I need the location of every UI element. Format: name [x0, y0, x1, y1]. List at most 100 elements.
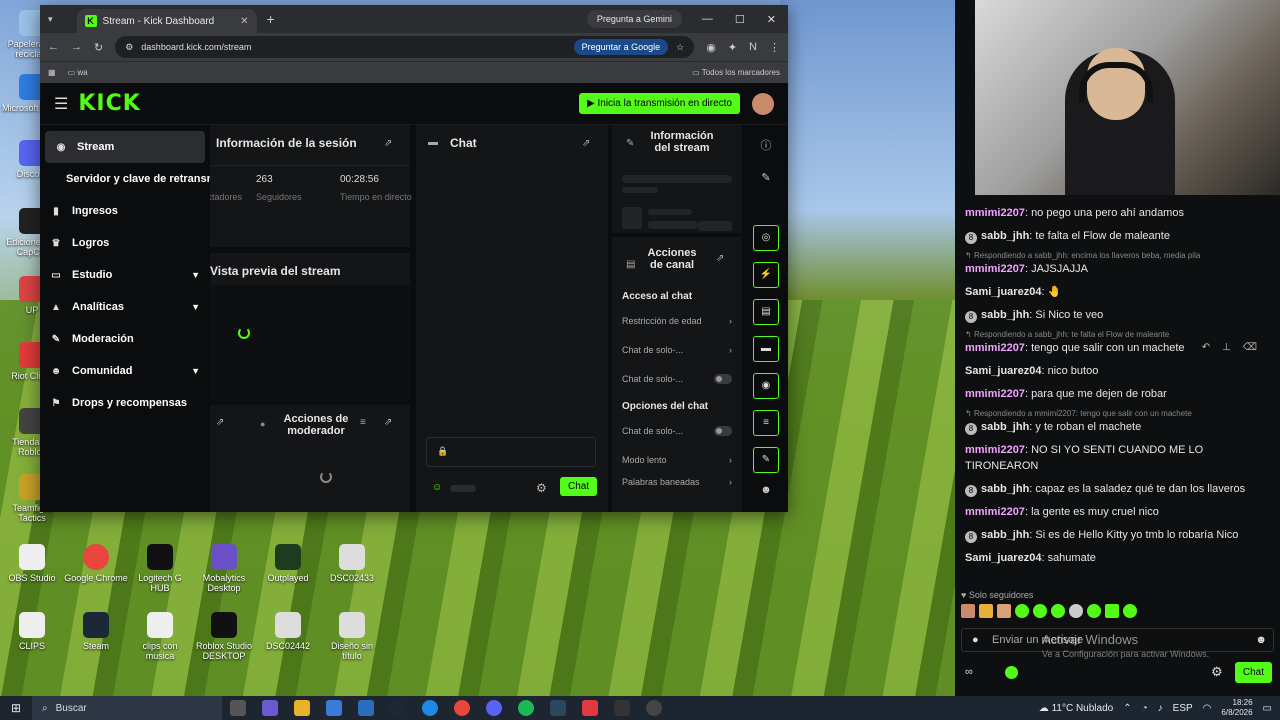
- emoji-icon[interactable]: ☻: [1255, 634, 1267, 646]
- nav-item-server-key[interactable]: Servidor y clave de retransmisión: [40, 163, 210, 195]
- file-explorer-icon[interactable]: [294, 700, 310, 716]
- spotify-icon[interactable]: [518, 700, 534, 716]
- gemini-button[interactable]: Pregunta a Gemini: [586, 10, 682, 28]
- edge-icon[interactable]: [422, 700, 438, 716]
- desktop-icon[interactable]: Outplayed: [256, 544, 320, 583]
- close-tab-icon[interactable]: ✕: [240, 16, 248, 27]
- slow-mode-row[interactable]: Modo lento ›: [622, 445, 732, 474]
- desktop-icon[interactable]: Roblox Studio DESKTOP: [192, 612, 256, 661]
- back-icon[interactable]: ←: [48, 41, 59, 53]
- new-tab-button[interactable]: +: [267, 11, 275, 27]
- popout-icon[interactable]: ⇗: [216, 417, 224, 428]
- discord-icon[interactable]: [486, 700, 502, 716]
- profile-avatar[interactable]: N: [749, 41, 757, 53]
- desktop-icon[interactable]: clips con musica: [128, 612, 192, 661]
- nav-item-analytics[interactable]: ▲ Analíticas ▼: [40, 291, 210, 323]
- quick-action-button[interactable]: ≡: [753, 410, 779, 436]
- extension-icon[interactable]: ◉: [706, 41, 716, 54]
- copilot-icon[interactable]: [262, 700, 278, 716]
- popout-icon[interactable]: ⇗: [716, 253, 724, 264]
- extensions-puzzle-icon[interactable]: ✦: [728, 41, 737, 54]
- reload-icon[interactable]: ↻: [94, 41, 103, 54]
- desktop-icon[interactable]: DSC02433: [320, 544, 384, 583]
- desktop-icon[interactable]: CLIPS: [0, 612, 64, 651]
- chat-settings-gear-icon[interactable]: ⚙: [536, 481, 547, 495]
- all-bookmarks[interactable]: ▭ Todos los marcadores: [692, 68, 780, 77]
- close-window-icon[interactable]: ✕: [767, 13, 776, 26]
- taskbar-search[interactable]: ⌕ Buscar: [32, 696, 222, 720]
- infinity-icon[interactable]: ∞: [965, 666, 973, 678]
- maximize-icon[interactable]: ☐: [735, 13, 745, 26]
- toggle-switch[interactable]: [714, 373, 732, 384]
- nav-item-income[interactable]: ▮ Ingresos: [40, 195, 210, 227]
- chat-input[interactable]: 🔒: [426, 437, 596, 467]
- popout-icon[interactable]: ⇗: [582, 138, 590, 149]
- popout-icon[interactable]: ⇗: [384, 417, 392, 428]
- kick-coin-icon[interactable]: [1005, 666, 1018, 679]
- avatar[interactable]: [752, 92, 774, 115]
- bookmark-star-icon[interactable]: ☆: [676, 42, 684, 53]
- minimize-icon[interactable]: —: [702, 13, 713, 26]
- mail-icon[interactable]: [358, 700, 374, 716]
- quick-action-button[interactable]: ◉: [753, 373, 779, 399]
- nav-item-moderation[interactable]: ✎ Moderación: [40, 323, 210, 355]
- app-icon[interactable]: [582, 700, 598, 716]
- ask-google-button[interactable]: Preguntar a Google: [573, 39, 669, 55]
- popout-icon[interactable]: ⇗: [384, 138, 392, 149]
- forward-icon[interactable]: →: [71, 41, 82, 53]
- message-actions[interactable]: ↶⊥⌫: [1202, 340, 1269, 356]
- notifications-icon[interactable]: ▭: [1263, 703, 1272, 714]
- app-icon[interactable]: [646, 700, 662, 716]
- nav-item-stream[interactable]: ◉ Stream: [45, 131, 205, 163]
- desktop-icon[interactable]: DSC02442: [256, 612, 320, 651]
- weather-widget[interactable]: ☁ 11°C Nublado: [1039, 703, 1113, 714]
- emote-icon[interactable]: ☺: [432, 482, 442, 493]
- emote-icon[interactable]: [1015, 604, 1029, 618]
- desktop-icon[interactable]: OBS Studio: [0, 544, 64, 583]
- settings-gear-icon[interactable]: ⚙: [1211, 664, 1223, 680]
- desktop-icon[interactable]: Google Chrome: [64, 544, 128, 583]
- language-indicator[interactable]: ESP: [1173, 703, 1193, 714]
- store-icon[interactable]: [326, 700, 342, 716]
- emote-icon[interactable]: [1033, 604, 1047, 618]
- hamburger-menu-icon[interactable]: ☰: [54, 94, 68, 114]
- browser-tab[interactable]: K Stream - Kick Dashboard ✕: [76, 9, 257, 33]
- edit-pencil-icon[interactable]: ✎: [744, 161, 788, 225]
- tab-search-icon[interactable]: ▾: [48, 14, 53, 25]
- url-bar[interactable]: ⚙ dashboard.kick.com/stream Preguntar a …: [115, 36, 695, 58]
- desktop-icon[interactable]: Mobalytics Desktop: [192, 544, 256, 593]
- menu-kebab-icon[interactable]: ⋮: [769, 41, 780, 54]
- emote-icon[interactable]: [1051, 604, 1065, 618]
- chat-send-button[interactable]: Chat: [560, 477, 598, 496]
- nav-item-studio[interactable]: ▭ Estudio ▼: [40, 259, 210, 291]
- wifi-icon[interactable]: ◠: [1203, 703, 1212, 714]
- desktop-icon[interactable]: Steam: [64, 612, 128, 651]
- chat-only-row[interactable]: Chat de solo-... ›: [622, 335, 732, 364]
- emote-icon[interactable]: [1123, 604, 1137, 618]
- emote-icon[interactable]: [997, 604, 1011, 618]
- quick-action-button[interactable]: ▬: [753, 336, 779, 362]
- age-restriction-row[interactable]: Restricción de edad ›: [622, 306, 732, 335]
- emote-icon[interactable]: [1069, 604, 1083, 618]
- volume-icon[interactable]: ♪: [1158, 703, 1163, 714]
- banned-words-row[interactable]: Palabras baneadas ›: [622, 474, 732, 490]
- emote-icon[interactable]: [979, 604, 993, 618]
- community-icon[interactable]: ☻: [744, 484, 788, 496]
- steam-app-icon[interactable]: [550, 700, 566, 716]
- stream-chat-send-button[interactable]: Chat: [1234, 662, 1272, 683]
- filter-icon[interactable]: ≡: [360, 417, 366, 428]
- chrome-icon[interactable]: [454, 700, 470, 716]
- clock[interactable]: 18:26 6/8/2026: [1221, 698, 1252, 718]
- info-circle-icon[interactable]: ⓘ: [744, 137, 788, 161]
- nav-item-achievements[interactable]: ♛ Logros: [40, 227, 210, 259]
- network-icon[interactable]: ◔: [1142, 703, 1148, 714]
- emote-icon[interactable]: [1087, 604, 1101, 618]
- windows-start-icon[interactable]: ⊞: [0, 701, 32, 715]
- quick-action-button[interactable]: ◎: [753, 225, 779, 251]
- emote-icon[interactable]: [1105, 604, 1119, 618]
- steam-icon[interactable]: [390, 700, 406, 716]
- quick-action-button[interactable]: ⚡: [753, 262, 779, 288]
- nav-item-drops[interactable]: ⚑ Drops y recompensas: [40, 387, 210, 419]
- quick-action-button[interactable]: ✎: [753, 447, 779, 473]
- desktop-icon[interactable]: Logitech G HUB: [128, 544, 192, 593]
